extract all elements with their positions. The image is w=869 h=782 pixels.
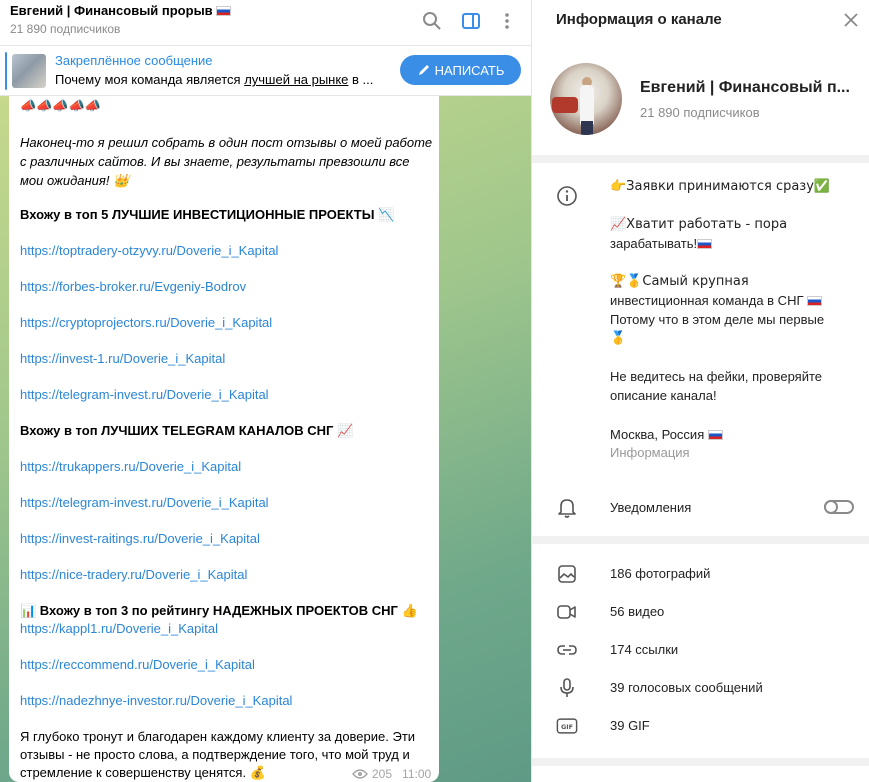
channel-name: Евгений | Финансовый п... xyxy=(640,79,850,96)
channel-subscribers: 21 890 подписчиков xyxy=(10,22,121,36)
more-options-button[interactable] xyxy=(494,8,520,34)
outro-text: отзывы - не просто слова, а подтверждени… xyxy=(20,747,410,762)
chat-header: Евгений | Финансовый прорыв 21 890 подпи… xyxy=(0,0,531,46)
message-meta: 205 11:00 xyxy=(352,767,431,781)
section-divider xyxy=(532,155,869,163)
sidebar-icon xyxy=(462,13,480,29)
info-icon-wrap xyxy=(556,185,578,207)
channel-title-text: Евгений | Финансовый прорыв xyxy=(10,3,213,18)
review-link[interactable]: https://nice-tradery.ru/Doverie_i_Kapita… xyxy=(20,565,247,584)
channel-info-panel: Информация о канале Евгений | Финансовый… xyxy=(531,0,869,782)
link-icon-wrap xyxy=(556,639,578,661)
view-count: 205 xyxy=(372,767,393,781)
toggle-sidebar-button[interactable] xyxy=(458,8,484,34)
gif-icon: GIF xyxy=(556,718,578,734)
russia-flag-icon xyxy=(216,6,232,16)
bell-icon-wrap xyxy=(556,497,578,519)
review-link[interactable]: https://toptradery-otzyvy.ru/Doverie_i_K… xyxy=(20,241,278,260)
review-link[interactable]: https://invest-raitings.ru/Doverie_i_Kap… xyxy=(20,529,260,548)
description-line: описание канала! xyxy=(610,388,717,403)
section-divider xyxy=(532,758,869,766)
pinned-label: Закреплённое сообщение xyxy=(55,53,213,68)
close-icon xyxy=(844,13,858,27)
message-time: 11:00 xyxy=(402,767,432,781)
megaphone-emoji-row: 📣📣📣📣📣 xyxy=(20,99,101,114)
avatar-body xyxy=(580,85,594,125)
video-icon-wrap xyxy=(556,601,578,623)
media-gif[interactable]: 39 GIF xyxy=(610,718,650,733)
description-caption: Информация xyxy=(610,445,690,460)
pinned-message[interactable]: Закреплённое сообщение Почему моя команд… xyxy=(0,46,531,96)
media-links[interactable]: 174 ссылки xyxy=(610,642,678,657)
avatar-car xyxy=(552,97,578,113)
info-icon xyxy=(557,186,577,206)
outro-text: Я глубоко тронут и благодарен каждому кл… xyxy=(20,729,416,744)
photo-icon xyxy=(558,565,576,583)
intro-text: мои ожидания! 👑 xyxy=(20,173,130,188)
more-vertical-icon xyxy=(505,13,509,29)
outro-text: стремление к совершенству ценятся. 💰 xyxy=(20,765,266,780)
location-line: Москва, Россия xyxy=(610,425,723,444)
description-line: Потому что в этом деле мы первые xyxy=(610,312,825,327)
media-videos[interactable]: 56 видео xyxy=(610,604,664,619)
pinned-accent-bar xyxy=(5,52,7,90)
panel-title: Информация о канале xyxy=(556,11,722,28)
review-link[interactable]: https://telegram-invest.ru/Doverie_i_Kap… xyxy=(20,385,269,404)
review-link[interactable]: https://reccommend.ru/Doverie_i_Kapital xyxy=(20,655,255,674)
russia-flag-icon xyxy=(697,239,713,249)
chat-panel: Евгений | Финансовый прорыв 21 890 подпи… xyxy=(0,0,531,782)
channel-avatar[interactable] xyxy=(550,63,622,135)
channel-title[interactable]: Евгений | Финансовый прорыв xyxy=(10,3,232,18)
intro-text: с различных сайтов. И вы знаете, результ… xyxy=(20,154,410,169)
description-line: зарабатывать! xyxy=(610,234,713,253)
description-line: инвестиционная команда в СНГ xyxy=(610,291,823,310)
pinned-thumbnail xyxy=(12,54,46,88)
avatar-legs xyxy=(581,121,593,135)
section-heading: Вхожу в топ ЛУЧШИХ TELEGRAM КАНАЛОВ СНГ … xyxy=(20,423,354,438)
review-link[interactable]: https://kappl1.ru/Doverie_i_Kapital xyxy=(20,619,218,638)
media-voice[interactable]: 39 голосовых сообщений xyxy=(610,680,763,695)
link-icon xyxy=(557,645,577,655)
description-line: 📈Хватит работать - пора xyxy=(610,217,788,232)
eye-icon xyxy=(352,769,368,779)
review-link[interactable]: https://invest-1.ru/Doverie_i_Kapital xyxy=(20,349,225,368)
bell-icon xyxy=(558,499,576,518)
video-icon xyxy=(557,605,576,619)
mic-icon-wrap xyxy=(556,677,578,699)
review-link[interactable]: https://telegram-invest.ru/Doverie_i_Kap… xyxy=(20,493,269,512)
write-button[interactable]: НАПИСАТЬ xyxy=(400,55,521,85)
write-button-label: НАПИСАТЬ xyxy=(434,62,505,78)
section-heading: Вхожу в топ 5 ЛУЧШИЕ ИНВЕСТИЦИОННЫЕ ПРОЕ… xyxy=(20,207,395,222)
description-line: 👉Заявки принимаются сразу✅ xyxy=(610,179,831,194)
review-link[interactable]: https://nadezhnye-investor.ru/Doverie_i_… xyxy=(20,691,292,710)
description-line: 🏆🥇Самый крупная xyxy=(610,274,749,289)
media-photos[interactable]: 186 фотографий xyxy=(610,566,710,581)
close-button[interactable] xyxy=(840,9,862,31)
channel-subscribers-count: 21 890 подписчиков xyxy=(640,105,760,120)
svg-text:GIF: GIF xyxy=(561,723,573,731)
search-icon xyxy=(423,12,441,30)
microphone-icon xyxy=(560,678,574,697)
review-link[interactable]: https://trukappers.ru/Doverie_i_Kapital xyxy=(20,457,241,476)
pencil-icon xyxy=(418,65,429,75)
pinned-text: Почему моя команда является лучшей на ры… xyxy=(55,72,374,87)
section-heading: 📊 Вхожу в топ 3 по рейтингу НАДЕЖНЫХ ПРО… xyxy=(20,603,418,618)
description-line: 🥇 xyxy=(610,331,627,346)
section-divider xyxy=(532,536,869,544)
notifications-label: Уведомления xyxy=(610,500,692,515)
review-link[interactable]: https://cryptoprojectors.ru/Doverie_i_Ka… xyxy=(20,313,272,332)
russia-flag-icon xyxy=(707,430,723,440)
notifications-toggle[interactable] xyxy=(824,500,854,514)
photos-icon-wrap xyxy=(556,563,578,585)
gif-icon-wrap: GIF xyxy=(556,715,578,737)
russia-flag-icon xyxy=(807,296,823,306)
intro-text: Наконец-то я решил собрать в один пост о… xyxy=(20,135,433,150)
description-line: Не ведитесь на фейки, проверяйте xyxy=(610,369,822,384)
review-link[interactable]: https://forbes-broker.ru/Evgeniy-Bodrov xyxy=(20,277,246,296)
search-button[interactable] xyxy=(419,8,445,34)
